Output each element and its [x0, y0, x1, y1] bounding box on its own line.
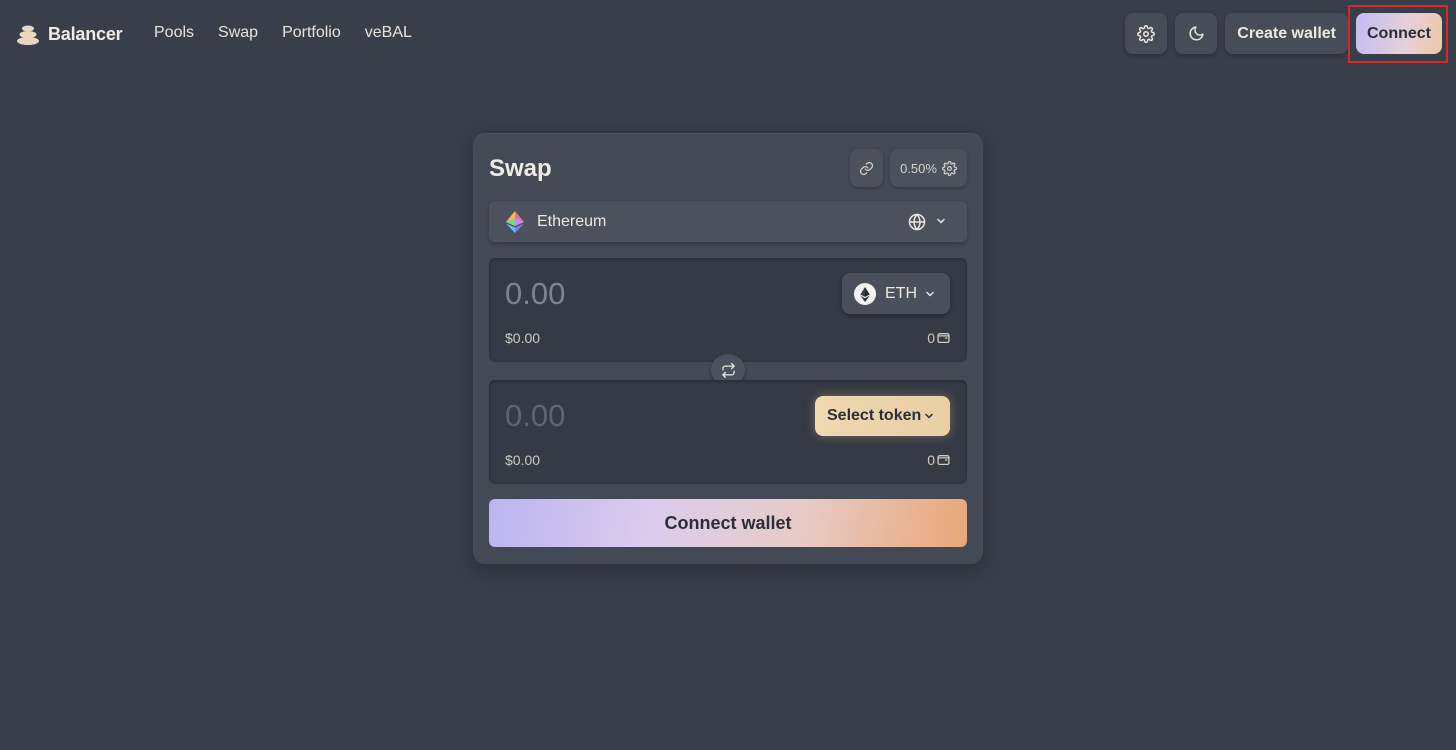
ethereum-network-icon	[506, 211, 524, 233]
chevron-down-icon	[926, 291, 934, 297]
moon-icon	[1189, 26, 1204, 41]
swap-arrows-icon	[721, 362, 735, 378]
from-balance: 0	[927, 330, 935, 346]
slippage-settings-button[interactable]: 0.50%	[890, 149, 967, 187]
brand-name: Balancer	[48, 23, 123, 44]
from-token-select-button[interactable]: ETH	[842, 273, 950, 314]
settings-button[interactable]	[1125, 13, 1168, 54]
from-usd-value: $0.00	[505, 330, 541, 346]
from-token-symbol: ETH	[885, 285, 917, 302]
from-amount-input[interactable]	[505, 276, 755, 312]
nav-link-pools[interactable]: Pools	[154, 24, 194, 42]
globe-icon	[908, 213, 926, 231]
copy-link-button[interactable]	[850, 149, 883, 187]
swap-title: Swap	[489, 155, 552, 182]
nav-link-vebal[interactable]: veBAL	[365, 24, 412, 42]
gear-icon	[941, 160, 957, 176]
link-icon	[859, 161, 874, 175]
to-usd-value: $0.00	[505, 452, 541, 468]
eth-token-icon	[854, 283, 876, 305]
network-selector[interactable]: Ethereum	[489, 201, 967, 242]
chevron-down-icon	[925, 413, 933, 419]
gear-icon	[1137, 24, 1156, 43]
chevron-down-icon	[937, 218, 945, 224]
main-nav: Pools Swap Portfolio veBAL	[154, 24, 412, 42]
slippage-value: 0.50%	[900, 160, 937, 176]
swap-card: Swap 0.50% Ethereum 0.00 ETH $0.00 0 0.0…	[473, 133, 983, 564]
connect-wallet-button[interactable]: Connect wallet	[489, 499, 967, 547]
nav-link-portfolio[interactable]: Portfolio	[282, 24, 341, 42]
nav-link-swap[interactable]: Swap	[218, 24, 258, 42]
swap-to-panel: Select token $0.00 0	[489, 380, 967, 484]
to-balance: 0	[927, 452, 935, 468]
theme-toggle-button[interactable]	[1175, 13, 1218, 54]
top-nav: Balancer Pools Swap Portfolio veBAL Crea…	[0, 0, 1456, 68]
balancer-logo-icon	[17, 25, 39, 45]
select-token-button[interactable]: Select token	[815, 396, 950, 436]
swap-from-panel: ETH $0.00 0	[489, 258, 967, 362]
to-amount-input[interactable]	[505, 398, 755, 434]
wallet-icon	[937, 455, 950, 466]
header-actions: Create wallet Connect	[1125, 13, 1442, 54]
select-token-label: Select token	[827, 407, 922, 424]
network-name: Ethereum	[537, 213, 607, 230]
create-wallet-button[interactable]: Create wallet	[1225, 13, 1348, 54]
wallet-icon	[937, 333, 950, 344]
brand[interactable]: Balancer	[16, 22, 123, 46]
connect-button[interactable]: Connect	[1356, 13, 1442, 54]
